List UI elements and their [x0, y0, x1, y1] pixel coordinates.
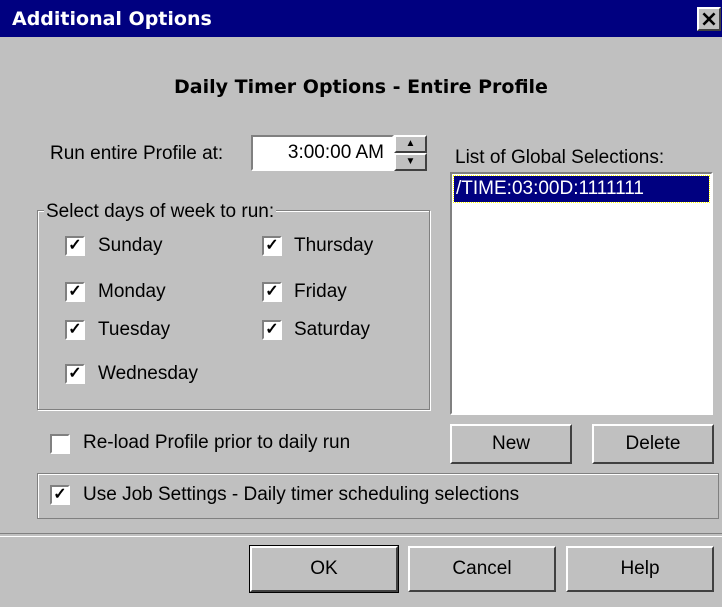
checkmark-icon: ✓	[68, 365, 82, 382]
ok-button[interactable]: OK	[249, 545, 399, 593]
run-time-input[interactable]: 3:00:00 AM	[251, 135, 394, 171]
run-at-label: Run entire Profile at:	[50, 143, 224, 164]
reload-checkbox[interactable]	[50, 434, 70, 454]
tuesday-label: Tuesday	[98, 319, 171, 340]
friday-checkbox[interactable]: ✓	[262, 282, 282, 302]
days-group-label: Select days of week to run:	[44, 201, 277, 223]
spin-up-icon[interactable]: ▲	[394, 135, 427, 153]
saturday-checkbox[interactable]: ✓	[262, 320, 282, 340]
delete-button[interactable]: Delete	[592, 424, 714, 464]
separator	[0, 533, 722, 537]
checkmark-icon: ✓	[68, 283, 82, 300]
time-spinner[interactable]: ▲ ▼	[394, 135, 427, 171]
checkmark-icon: ✓	[68, 237, 82, 254]
window-title: Additional Options	[12, 8, 212, 30]
saturday-label: Saturday	[294, 319, 371, 340]
close-button[interactable]: ×	[697, 7, 721, 31]
cancel-button[interactable]: Cancel	[408, 546, 556, 592]
sunday-checkbox[interactable]: ✓	[65, 236, 85, 256]
friday-label: Friday	[294, 281, 347, 302]
title-bar: Additional Options ×	[0, 0, 722, 37]
dialog-heading: Daily Timer Options - Entire Profile	[174, 76, 548, 98]
list-item[interactable]: /TIME:03:00D:1111111	[453, 175, 710, 203]
wednesday-label: Wednesday	[98, 363, 198, 384]
checkmark-icon: ✓	[265, 237, 279, 254]
close-icon: ×	[699, 7, 719, 32]
use-job-settings-label: Use Job Settings - Daily timer schedulin…	[83, 484, 520, 505]
thursday-label: Thursday	[294, 235, 374, 256]
global-selections-list[interactable]: /TIME:03:00D:1111111	[450, 172, 713, 415]
monday-label: Monday	[98, 281, 166, 302]
wednesday-checkbox[interactable]: ✓	[65, 364, 85, 384]
new-button[interactable]: New	[450, 424, 572, 464]
global-list-label: List of Global Selections:	[455, 147, 665, 168]
spin-down-icon[interactable]: ▼	[394, 153, 427, 171]
sunday-label: Sunday	[98, 235, 163, 256]
help-button[interactable]: Help	[566, 546, 714, 592]
monday-checkbox[interactable]: ✓	[65, 282, 85, 302]
use-job-settings-checkbox[interactable]: ✓	[50, 485, 70, 505]
tuesday-checkbox[interactable]: ✓	[65, 320, 85, 340]
checkmark-icon: ✓	[68, 321, 82, 338]
thursday-checkbox[interactable]: ✓	[262, 236, 282, 256]
reload-label: Re-load Profile prior to daily run	[83, 432, 351, 453]
checkmark-icon: ✓	[53, 486, 67, 503]
checkmark-icon: ✓	[265, 283, 279, 300]
checkmark-icon: ✓	[265, 321, 279, 338]
